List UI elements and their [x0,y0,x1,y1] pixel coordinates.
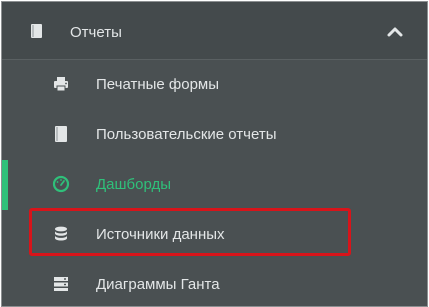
reports-section-header[interactable]: Отчеты [2,2,427,60]
book-icon [29,23,45,39]
printer-icon [52,75,70,93]
menu-item-dashboards[interactable]: Дашборды [2,160,427,210]
menu-item-label: Диаграммы Ганта [96,276,220,293]
menu-item-label: Дашборды [96,176,171,193]
menu-item-label: Пользовательские отчеты [96,126,277,143]
menu-item-custom-reports[interactable]: Пользовательские отчеты [2,110,427,160]
menu-item-print-forms[interactable]: Печатные формы [2,60,427,110]
reports-section-title: Отчеты [70,24,122,41]
book-icon [52,125,70,143]
dashboard-gauge-icon [52,175,70,193]
active-indicator [2,160,8,210]
server-stack-icon [52,275,70,293]
highlight-annotation [29,208,351,256]
menu-item-label: Печатные формы [96,76,220,93]
menu-item-gantt-charts[interactable]: Диаграммы Ганта [2,260,427,306]
chevron-up-icon[interactable] [386,24,404,38]
reports-menu-panel: Отчеты Печатные формы Пользовательские о… [1,1,428,307]
